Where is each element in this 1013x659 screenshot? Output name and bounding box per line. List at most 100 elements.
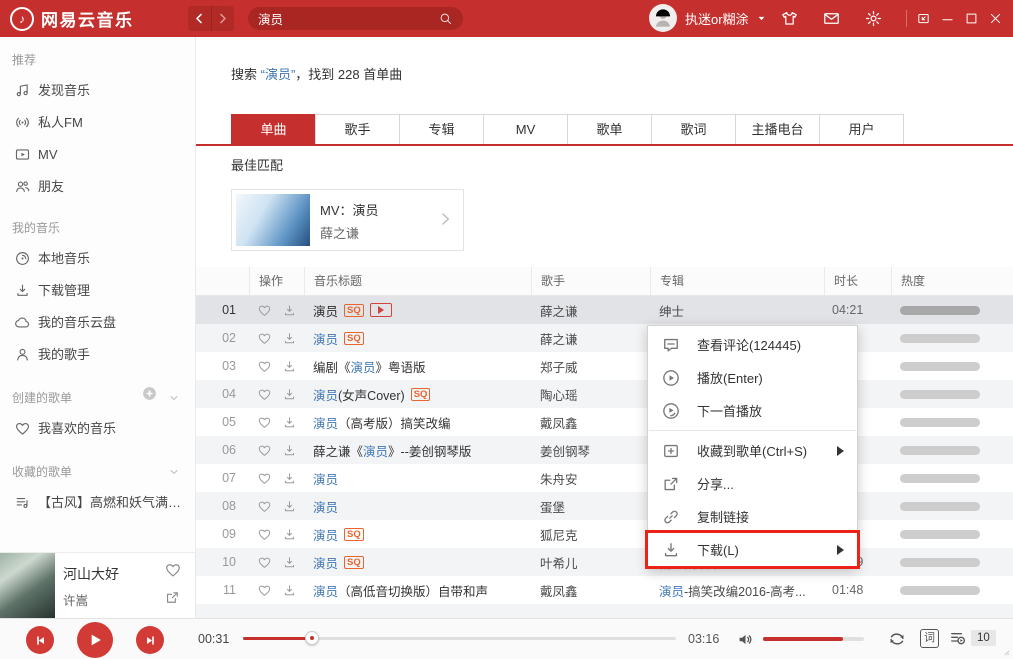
like-heart-icon[interactable] [257, 583, 272, 598]
table-row[interactable]: 08 演员 蛋堡 [196, 492, 1013, 520]
play-button[interactable] [77, 622, 113, 658]
user-menu[interactable]: 执迷or糊涂 [649, 4, 768, 32]
maximize-icon[interactable] [964, 11, 979, 26]
sidebar-item-friends[interactable]: 朋友 [0, 171, 195, 203]
sidebar-item-discover[interactable]: 发现音乐 [0, 75, 195, 107]
search-icon[interactable] [438, 11, 453, 26]
song-title[interactable]: 演员（高低音切换版）自带和声 [304, 581, 531, 600]
menu-item-add-to-playlist[interactable]: 收藏到歌单(Ctrl+S) [648, 434, 857, 467]
like-heart-icon[interactable] [257, 387, 272, 402]
song-artist[interactable]: 蛋堡 [531, 497, 650, 516]
collapse-chevron-icon[interactable] [167, 391, 181, 405]
playlist-button[interactable]: 10 [948, 628, 996, 648]
mv-badge-icon[interactable] [370, 303, 392, 317]
song-album[interactable]: 演员-搞笑改编2016-高考... [650, 581, 824, 600]
table-row[interactable]: 09 演员SQ 狐尼克 [196, 520, 1013, 548]
table-row[interactable]: 10 演员SQ 叶希儿 精选翻唱集 04:19 [196, 548, 1013, 576]
volume-speaker-icon[interactable] [736, 630, 755, 649]
mini-mode-icon[interactable] [916, 11, 931, 26]
song-artist[interactable]: 朱舟安 [531, 469, 650, 488]
theme-shirt-icon[interactable] [780, 9, 799, 28]
like-heart-icon[interactable] [257, 527, 272, 542]
download-icon[interactable] [282, 471, 297, 486]
table-row[interactable]: 03 编剧《演员》粤语版 郑子威 [196, 352, 1013, 380]
download-icon[interactable] [282, 331, 297, 346]
song-artist[interactable]: 戴凤鑫 [531, 413, 650, 432]
like-heart-icon[interactable] [257, 443, 272, 458]
song-title[interactable]: 演员 (女声Cover)SQ [304, 385, 531, 404]
menu-item-download[interactable]: 下载(L) [648, 533, 857, 566]
menu-item-copy-link[interactable]: 复制链接 [648, 500, 857, 533]
progress-knob[interactable] [305, 631, 319, 645]
like-heart-icon[interactable] [257, 499, 272, 514]
minimize-icon[interactable] [940, 11, 955, 26]
sidebar-item-download-manager[interactable]: 下载管理 [0, 275, 195, 307]
progress-bar[interactable] [243, 637, 676, 640]
table-row[interactable]: 02 演员SQ 薛之谦 [196, 324, 1013, 352]
table-row[interactable]: 04 演员 (女声Cover)SQ 陶心瑶 [196, 380, 1013, 408]
song-title[interactable]: 编剧《演员》粤语版 [304, 357, 531, 376]
tab-mv[interactable]: MV [483, 114, 568, 144]
song-artist[interactable]: 狐尼克 [531, 525, 650, 544]
like-heart-icon[interactable] [257, 555, 272, 570]
song-title[interactable]: 薛之谦《演员》--姜创钢琴版 [304, 441, 531, 460]
next-button[interactable] [136, 626, 164, 654]
song-artist[interactable]: 戴凤鑫 [531, 581, 650, 600]
song-title[interactable]: 演员SQ [304, 553, 531, 572]
tab-users[interactable]: 用户 [819, 114, 904, 144]
download-icon[interactable] [282, 527, 297, 542]
message-mail-icon[interactable] [822, 9, 841, 28]
song-artist[interactable]: 陶心瑶 [531, 385, 650, 404]
back-button[interactable] [188, 6, 211, 31]
song-title[interactable]: 演员SQ [304, 329, 531, 348]
close-icon[interactable] [988, 11, 1003, 26]
menu-item-play[interactable]: 播放(Enter) [648, 361, 857, 394]
download-icon[interactable] [282, 303, 297, 318]
table-row[interactable]: 05 演员（高考版）搞笑改编 戴凤鑫 [196, 408, 1013, 436]
tab-radio[interactable]: 主播电台 [735, 114, 820, 144]
song-artist[interactable]: 姜创钢琴 [531, 441, 650, 460]
forward-button[interactable] [211, 6, 235, 31]
song-artist[interactable]: 薛之谦 [531, 301, 650, 320]
tab-albums[interactable]: 专辑 [399, 114, 484, 144]
song-title[interactable]: 演员SQ [304, 301, 531, 320]
download-icon[interactable] [282, 359, 297, 374]
loop-mode-icon[interactable] [886, 628, 908, 650]
song-title[interactable]: 演员（高考版）搞笑改编 [304, 413, 531, 432]
table-row[interactable]: 01 演员SQ 薛之谦 绅士 04:21 [196, 296, 1013, 324]
tab-artists[interactable]: 歌手 [315, 114, 400, 144]
sidebar-item-collected-playlist[interactable]: 【古风】高燃和妖气满满… [0, 487, 195, 519]
app-logo[interactable]: ♪ 网易云音乐 [10, 6, 134, 31]
sidebar-item-cloud-disk[interactable]: 我的音乐云盘 [0, 307, 195, 339]
best-match-mv-card[interactable]: MV：演员 薛之谦 [231, 189, 464, 251]
menu-item-view-comments[interactable]: 查看评论(124445) [648, 328, 857, 361]
sidebar-item-fm[interactable]: 私人FM [0, 107, 195, 139]
add-playlist-icon[interactable] [141, 383, 158, 413]
like-heart-icon[interactable] [257, 415, 272, 430]
download-icon[interactable] [282, 443, 297, 458]
resize-grip[interactable] [998, 644, 1011, 657]
song-title[interactable]: 演员 [304, 469, 531, 488]
song-artist[interactable]: 薛之谦 [531, 329, 650, 348]
previous-button[interactable] [26, 626, 54, 654]
like-heart-icon[interactable] [257, 331, 272, 346]
settings-gear-icon[interactable] [864, 9, 883, 28]
download-icon[interactable] [282, 387, 297, 402]
now-playing-title[interactable]: 河山大好 [63, 564, 119, 584]
sidebar-item-my-artists[interactable]: 我的歌手 [0, 339, 195, 371]
share-icon[interactable] [164, 589, 181, 606]
table-row[interactable]: 07 演员 朱舟安 [196, 464, 1013, 492]
song-album[interactable]: 绅士 [650, 301, 824, 320]
like-heart-icon[interactable] [257, 303, 272, 318]
tab-lyrics[interactable]: 歌词 [651, 114, 736, 144]
download-icon[interactable] [282, 583, 297, 598]
like-heart-icon[interactable] [257, 359, 272, 374]
now-playing-artist[interactable]: 许嵩 [63, 590, 88, 609]
download-icon[interactable] [282, 555, 297, 570]
table-row[interactable]: 06 薛之谦《演员》--姜创钢琴版 姜创钢琴 [196, 436, 1013, 464]
song-title[interactable]: 演员 [304, 497, 531, 516]
search-input[interactable] [258, 12, 438, 26]
song-title[interactable]: 演员SQ [304, 525, 531, 544]
sidebar-item-liked-music[interactable]: 我喜欢的音乐 [0, 413, 195, 445]
collapse-chevron-icon[interactable] [167, 465, 181, 479]
